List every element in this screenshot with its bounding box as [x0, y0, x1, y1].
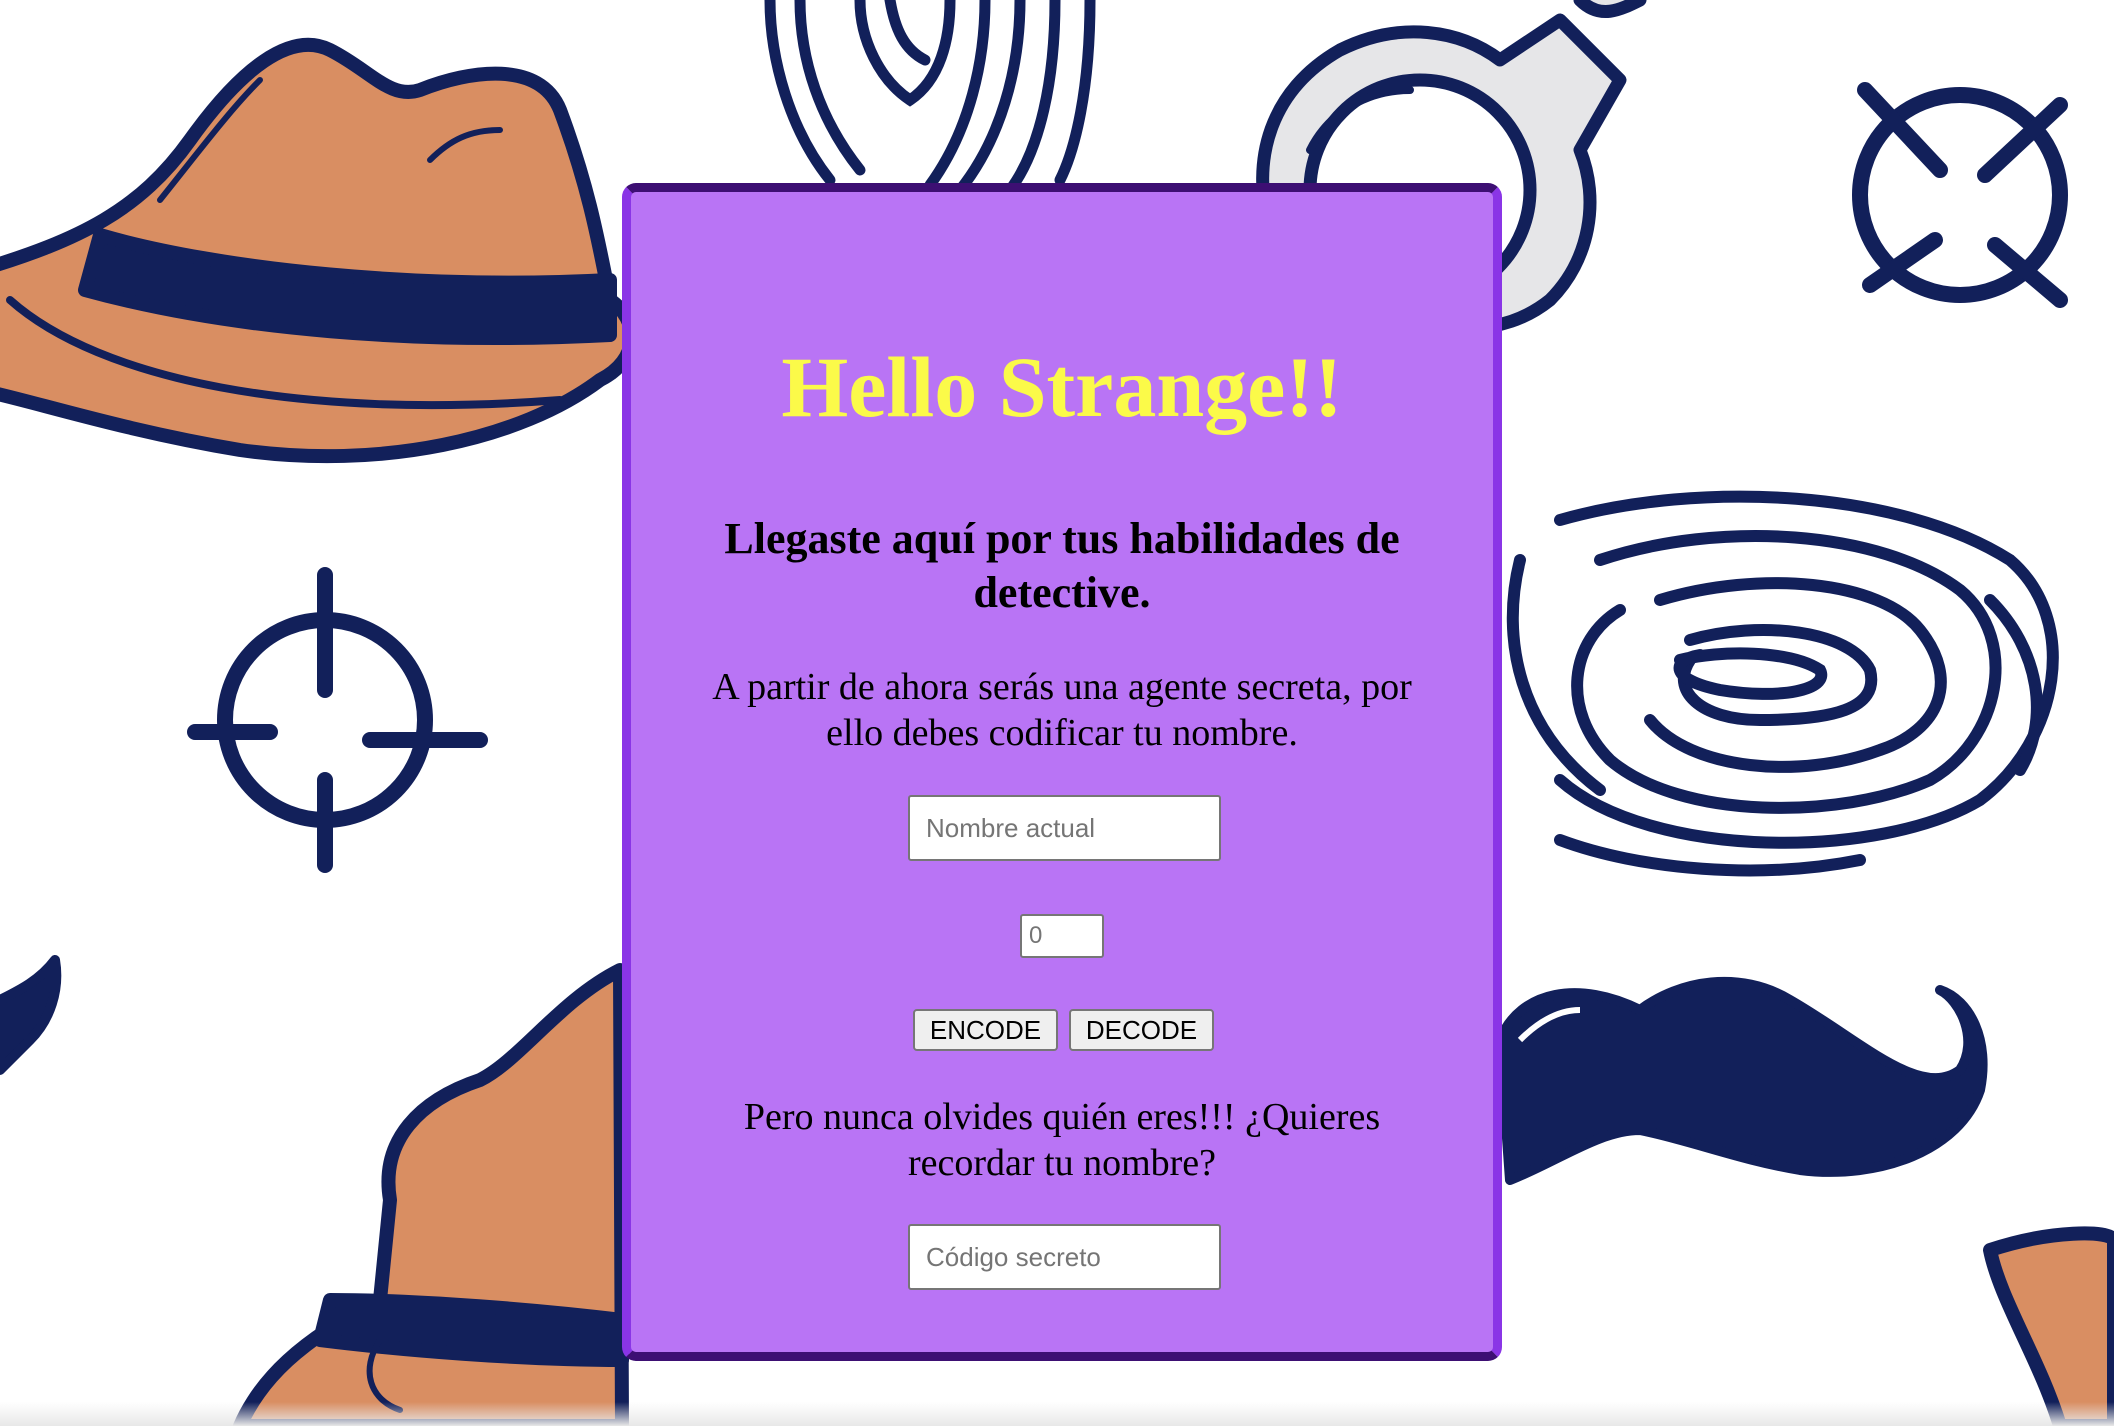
page-title: Hello Strange!!: [781, 339, 1343, 435]
mustache-icon: [1495, 976, 1988, 1185]
crosshair-icon: [1852, 82, 2068, 308]
fingerprint-icon: [1506, 490, 2059, 877]
bottom-fade: [0, 1402, 2114, 1426]
reminder-text: Pero nunca olvides quién eres!!! ¿Quiere…: [743, 1096, 1381, 1184]
encode-button[interactable]: ENCODE: [913, 1009, 1058, 1051]
offset-input[interactable]: [1020, 914, 1104, 958]
name-input[interactable]: [908, 795, 1221, 861]
crosshair-icon: [187, 567, 488, 873]
fedora-hat-icon: [1983, 1226, 2114, 1426]
decode-button[interactable]: DECODE: [1069, 1009, 1214, 1051]
subtitle: Llegaste aquí por tus habilidades de det…: [724, 514, 1400, 617]
secret-code-input[interactable]: [908, 1224, 1221, 1290]
encoder-card: Hello Strange!! Llegaste aquí por tus ha…: [622, 183, 1502, 1361]
page: Hello Strange!! Llegaste aquí por tus ha…: [0, 0, 2114, 1426]
fedora-hat-icon: [0, 38, 639, 464]
fingerprint-icon: [764, 0, 1096, 196]
intro-text: A partir de ahora serás una agente secre…: [712, 666, 1412, 754]
mustache-icon: [0, 955, 62, 1075]
fedora-hat-icon: [233, 963, 629, 1426]
